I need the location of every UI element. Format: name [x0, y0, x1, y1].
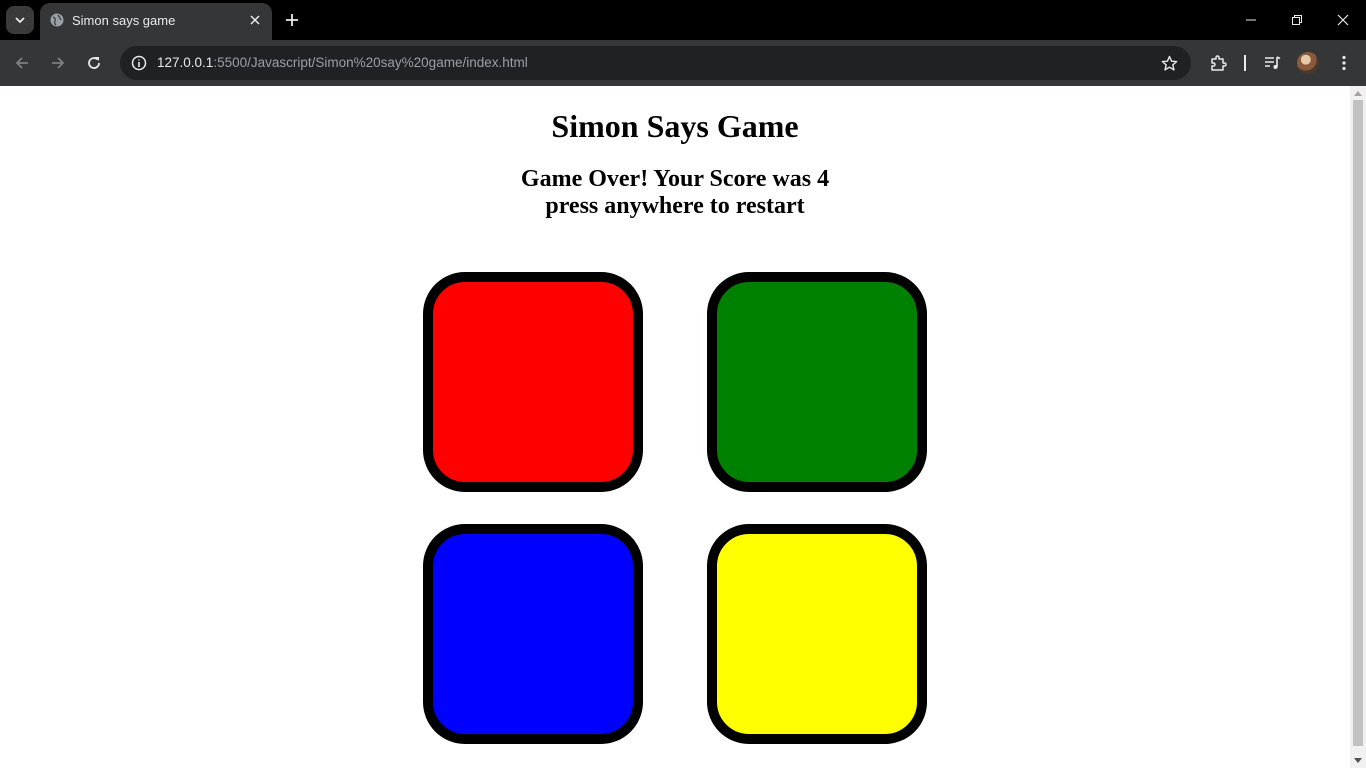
vertical-scrollbar[interactable]: [1350, 86, 1366, 768]
restore-icon: [1292, 15, 1302, 25]
browser-toolbar: 127.0.0.1:5500/Javascript/Simon%20say%20…: [0, 40, 1366, 86]
address-bar[interactable]: 127.0.0.1:5500/Javascript/Simon%20say%20…: [120, 46, 1191, 80]
extensions-button[interactable]: [1204, 49, 1232, 77]
url-host: 127.0.0.1: [157, 55, 214, 70]
tab-search-button[interactable]: [6, 6, 34, 34]
extensions-icon: [1211, 55, 1227, 71]
globe-icon: [50, 13, 64, 27]
restore-button[interactable]: [1274, 0, 1320, 40]
game-status: Game Over! Your Score was 4 press anywhe…: [0, 166, 1350, 220]
forward-button[interactable]: [44, 49, 72, 77]
tab-strip: Simon says game: [0, 0, 1366, 40]
page-viewport[interactable]: Simon Says Game Game Over! Your Score wa…: [0, 86, 1350, 768]
blue-button[interactable]: [423, 524, 643, 744]
active-tab[interactable]: Simon says game: [40, 3, 272, 40]
chevron-down-icon: [15, 17, 25, 24]
url-path: :5500/Javascript/Simon%20say%20game/inde…: [213, 55, 528, 70]
back-button[interactable]: [8, 49, 36, 77]
media-control-button[interactable]: [1258, 49, 1286, 77]
reload-icon: [88, 57, 100, 69]
window-close-button[interactable]: [1320, 0, 1366, 40]
bookmark-button[interactable]: [1159, 53, 1179, 73]
window-close-icon: [1337, 14, 1349, 26]
red-button[interactable]: [423, 272, 643, 492]
url-text: 127.0.0.1:5500/Javascript/Simon%20say%20…: [157, 55, 528, 70]
profile-avatar[interactable]: [1297, 52, 1319, 74]
back-icon: [15, 57, 28, 69]
green-button[interactable]: [707, 272, 927, 492]
browser-menu-button[interactable]: [1330, 49, 1358, 77]
site-info-button[interactable]: [128, 52, 150, 74]
reload-button[interactable]: [80, 49, 108, 77]
close-icon: [250, 15, 260, 25]
plus-icon: [286, 14, 298, 26]
info-icon: [131, 55, 147, 71]
page-title: Simon Says Game: [551, 108, 799, 144]
close-tab-button[interactable]: [246, 11, 264, 29]
scrollbar-thumb[interactable]: [1353, 100, 1363, 746]
yellow-button[interactable]: [707, 524, 927, 744]
scroll-down-arrow-icon[interactable]: [1354, 758, 1362, 763]
star-icon: [1161, 55, 1177, 71]
minimize-icon: [1246, 19, 1256, 21]
restart-hint: press anywhere to restart: [545, 193, 805, 219]
forward-icon: [52, 57, 65, 69]
toolbar-divider: [1244, 55, 1246, 71]
media-icon: [1265, 56, 1281, 69]
menu-icon: [1342, 55, 1346, 71]
scroll-up-arrow-icon[interactable]: [1354, 91, 1362, 96]
game-over-text: Game Over! Your Score was 4: [520, 166, 830, 192]
tab-title: Simon says game: [72, 13, 176, 28]
new-tab-button[interactable]: [280, 8, 304, 32]
minimize-button[interactable]: [1228, 0, 1274, 40]
